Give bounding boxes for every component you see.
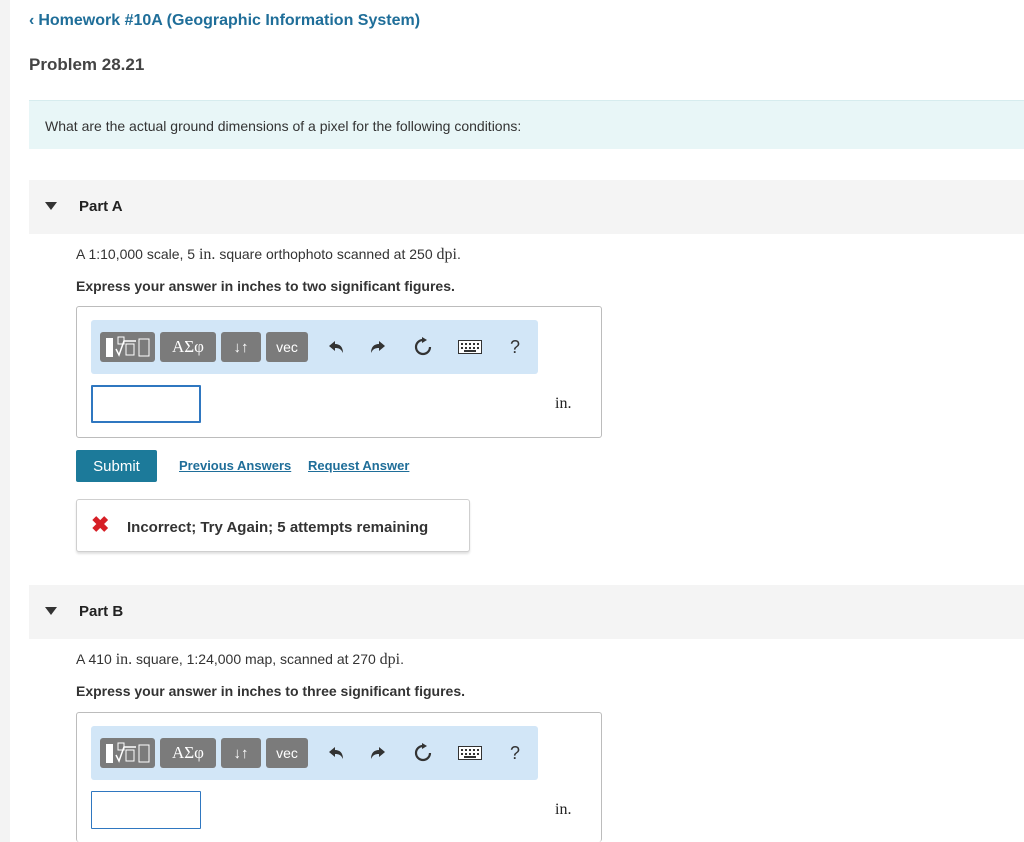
templates-button[interactable] (100, 738, 155, 768)
part-b-header[interactable]: Part B (29, 585, 1024, 639)
left-edge-strip (0, 0, 10, 842)
question-box: What are the actual ground dimensions of… (29, 100, 1024, 149)
feedback-message: Incorrect; Try Again; 5 attempts remaini… (127, 519, 429, 536)
part-a-answer-input[interactable] (91, 385, 201, 423)
greek-symbols-button[interactable]: ΑΣφ (160, 738, 216, 768)
back-link-label: Homework #10A (Geographic Information Sy… (38, 12, 421, 29)
problem-title: Problem 28.21 (29, 55, 145, 74)
greek-symbols-button[interactable]: ΑΣφ (160, 332, 216, 362)
keyboard-icon[interactable] (456, 334, 484, 360)
reset-icon[interactable] (411, 740, 435, 766)
keyboard-icon[interactable] (456, 740, 484, 766)
subscript-superscript-button[interactable]: ↓↑ (221, 738, 261, 768)
previous-answers-link[interactable]: Previous Answers (179, 458, 291, 473)
subscript-superscript-button[interactable]: ↓↑ (221, 332, 261, 362)
part-a-unit: in. (555, 395, 572, 412)
part-b-label: Part B (79, 603, 124, 620)
question-text: What are the actual ground dimensions of… (45, 118, 522, 134)
reset-icon[interactable] (411, 334, 435, 360)
part-b-instruction: Express your answer in inches to three s… (76, 683, 465, 699)
collapse-triangle-icon[interactable] (45, 607, 57, 615)
help-button[interactable]: ? (503, 334, 527, 360)
vector-button[interactable]: vec (266, 332, 308, 362)
part-b-unit: in. (555, 801, 572, 818)
vector-button[interactable]: vec (266, 738, 308, 768)
part-a-answer-box: ΑΣφ ↓↑ vec ? in. (76, 306, 602, 438)
redo-icon[interactable] (366, 334, 390, 360)
part-b-prompt: A 410 in. square, 1:24,000 map, scanned … (76, 651, 405, 668)
feedback-box: ✖ Incorrect; Try Again; 5 attempts remai… (76, 499, 470, 552)
redo-icon[interactable] (366, 740, 390, 766)
help-button[interactable]: ? (503, 740, 527, 766)
templates-icon (105, 742, 149, 763)
part-a-header[interactable]: Part A (29, 180, 1024, 234)
templates-icon (105, 336, 149, 357)
part-a-prompt: A 1:10,000 scale, 5 in. square orthophot… (76, 246, 461, 263)
back-to-assignment-link[interactable]: ‹ Homework #10A (Geographic Information S… (29, 12, 420, 30)
undo-icon[interactable] (324, 740, 348, 766)
part-b-answer-box: ΑΣφ ↓↑ vec ? in. (76, 712, 602, 842)
math-toolbar: ΑΣφ ↓↑ vec ? (91, 320, 538, 374)
chevron-left-icon: ‹ (29, 12, 35, 29)
templates-button[interactable] (100, 332, 155, 362)
part-a-instruction: Express your answer in inches to two sig… (76, 278, 455, 294)
part-b-answer-input[interactable] (91, 791, 201, 829)
collapse-triangle-icon[interactable] (45, 202, 57, 210)
incorrect-x-icon: ✖ (91, 512, 110, 537)
undo-icon[interactable] (324, 334, 348, 360)
math-toolbar: ΑΣφ ↓↑ vec ? (91, 726, 538, 780)
request-answer-link[interactable]: Request Answer (308, 458, 409, 473)
submit-button[interactable]: Submit (76, 450, 157, 482)
part-a-label: Part A (79, 198, 123, 215)
